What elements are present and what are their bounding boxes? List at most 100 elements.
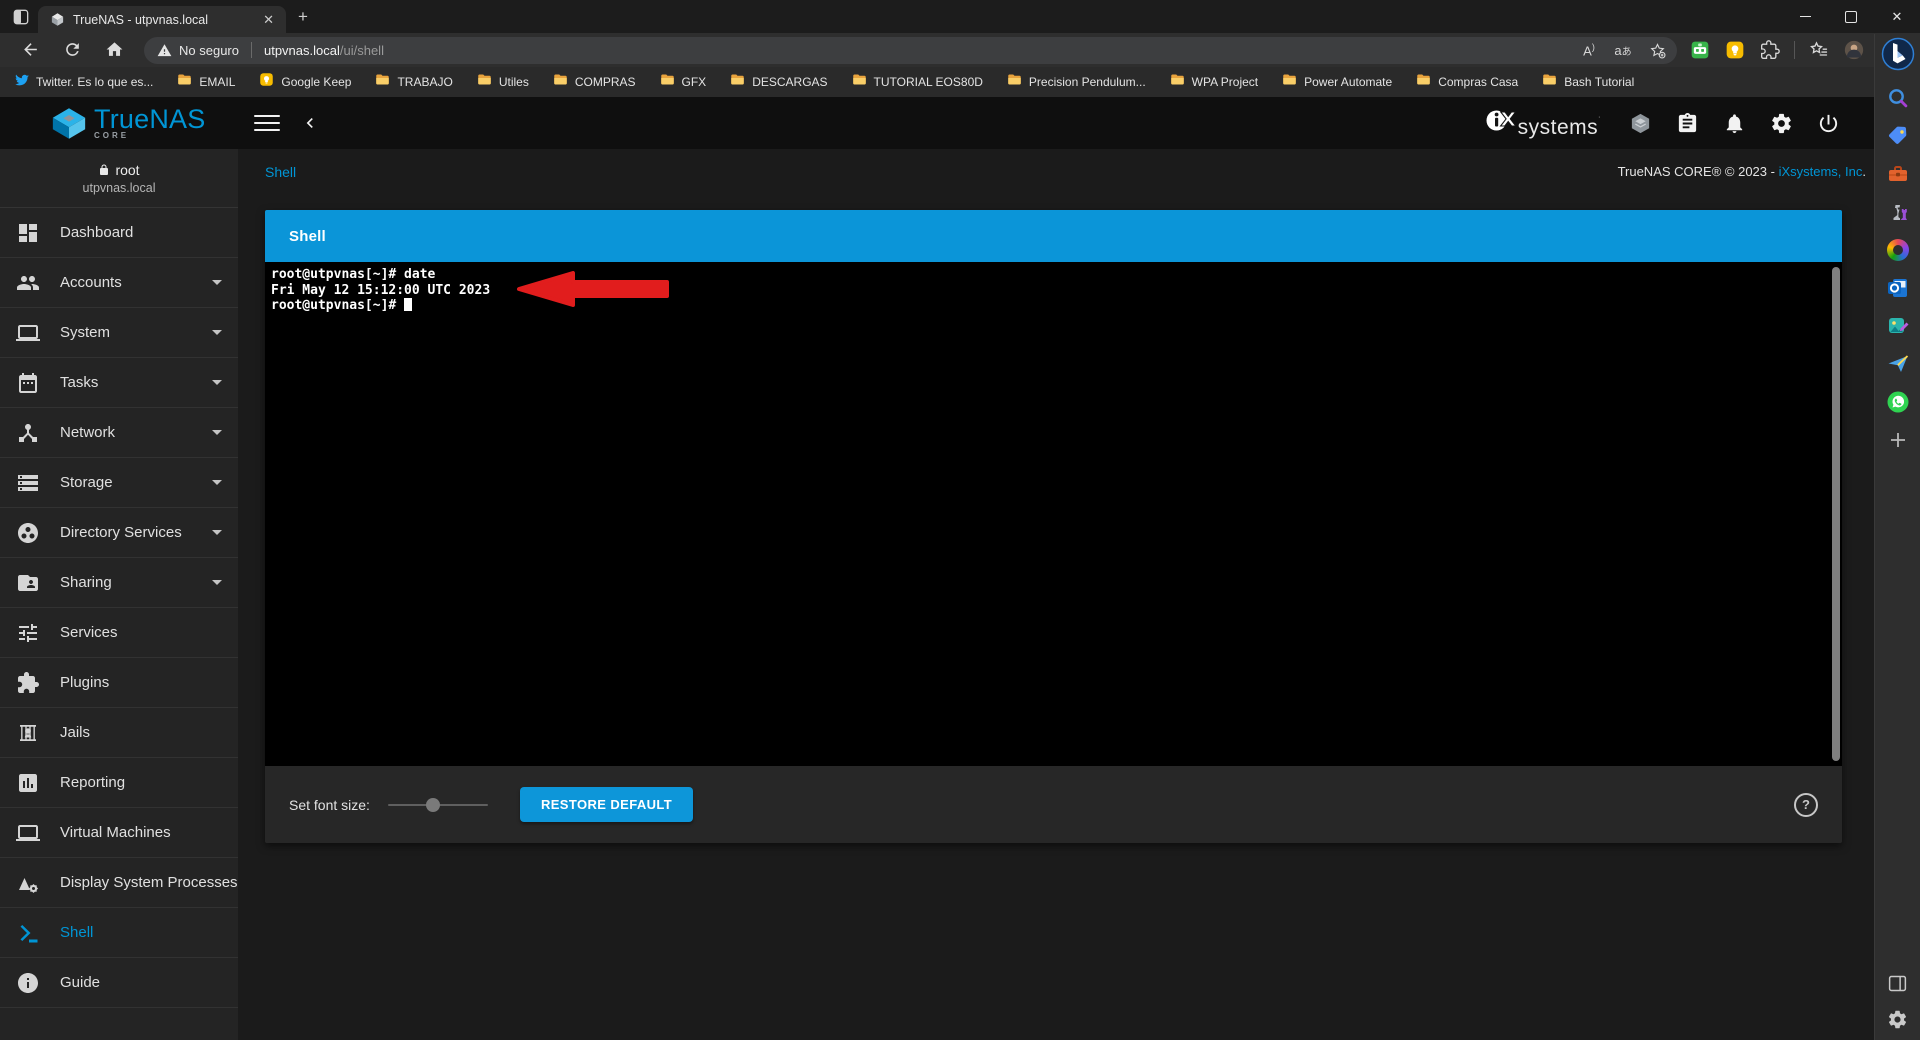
sidebar-item-plugins[interactable]: Plugins xyxy=(0,658,238,708)
sidebar-item-services[interactable]: Services xyxy=(0,608,238,658)
visual-search-icon[interactable] xyxy=(1885,85,1910,110)
roboform-icon[interactable] xyxy=(1689,39,1711,61)
ixsystems-link[interactable]: iXsystems, Inc xyxy=(1779,164,1863,179)
settings-outline-icon[interactable] xyxy=(1887,1009,1908,1030)
bookmark-item[interactable]: TRABAJO xyxy=(375,72,453,92)
maximize-icon[interactable] xyxy=(1828,0,1874,33)
guide-icon xyxy=(16,971,40,995)
folder-icon xyxy=(1542,72,1557,92)
sidebar-item-reporting[interactable]: Reporting xyxy=(0,758,238,808)
bookmark-item[interactable]: Power Automate xyxy=(1282,72,1392,92)
tab-activity-icon[interactable] xyxy=(11,7,31,27)
slider-thumb[interactable] xyxy=(425,797,440,812)
new-tab-icon[interactable]: + xyxy=(298,7,308,27)
bookmark-item[interactable]: EMAIL xyxy=(177,72,235,92)
toolbar-extension-icons: ••• xyxy=(1689,39,1904,61)
shopping-icon[interactable] xyxy=(1885,123,1910,148)
close-icon[interactable]: ✕ xyxy=(1874,0,1920,33)
bing-chat-icon[interactable] xyxy=(1881,37,1915,71)
address-bar[interactable]: No seguro utpvnas.local /ui/shell A) aあ xyxy=(144,36,1677,64)
bookmark-item[interactable]: WPA Project xyxy=(1170,72,1258,92)
sidebar-item-guide[interactable]: Guide xyxy=(0,958,238,1008)
bookmark-item[interactable]: Google Keep xyxy=(259,72,351,92)
refresh-icon[interactable] xyxy=(63,40,83,60)
sidebar-item-display-system-processes[interactable]: Display System Processes xyxy=(0,858,238,908)
terminal-prompt: root@utpvnas[~]# xyxy=(271,298,1842,314)
sidebar-item-network[interactable]: Network xyxy=(0,408,238,458)
help-icon[interactable]: ? xyxy=(1794,792,1818,817)
font-size-slider[interactable] xyxy=(387,797,488,812)
chevron-down-icon xyxy=(212,530,222,535)
restore-default-button[interactable]: RESTORE DEFAULT xyxy=(519,787,694,822)
chevron-down-icon xyxy=(212,430,222,435)
bookmark-item[interactable]: Twitter. Es lo que es... xyxy=(14,72,153,92)
folder-icon xyxy=(730,72,745,92)
sidebar-item-label: Plugins xyxy=(60,674,110,691)
truenas-stack-icon[interactable] xyxy=(1628,111,1652,135)
sidebar-item-shell[interactable]: Shell xyxy=(0,908,238,958)
profile-avatar-icon[interactable] xyxy=(1843,39,1865,61)
games-icon[interactable] xyxy=(1885,199,1910,224)
notifications-bell-icon[interactable] xyxy=(1722,111,1746,135)
hamburger-menu-icon[interactable] xyxy=(254,111,280,136)
bookmark-item[interactable]: Compras Casa xyxy=(1416,72,1518,92)
bookmark-label: TRABAJO xyxy=(397,75,453,89)
bookmark-item[interactable]: Precision Pendulum... xyxy=(1007,72,1146,92)
toolbox-icon[interactable] xyxy=(1885,161,1910,186)
drop-icon[interactable] xyxy=(1885,351,1910,376)
bookmark-item[interactable]: COMPRAS xyxy=(553,72,636,92)
bookmark-item[interactable]: TUTORIAL EOS80D xyxy=(852,72,983,92)
bookmarks-bar: Twitter. Es lo que es... EMAIL Google Keep… xyxy=(0,67,1920,97)
tasks-clipboard-icon[interactable] xyxy=(1675,111,1699,135)
google-keep-icon[interactable] xyxy=(1724,39,1746,61)
tab-close-icon[interactable]: ✕ xyxy=(259,11,278,28)
terminal-scrollbar[interactable] xyxy=(1832,267,1840,761)
sidebar-item-accounts[interactable]: Accounts xyxy=(0,258,238,308)
power-icon[interactable] xyxy=(1816,111,1840,135)
home-icon[interactable] xyxy=(105,40,125,60)
shell-card-header: Shell xyxy=(265,210,1842,262)
terminal[interactable]: root@utpvnas[~]# date Fri May 12 15:12:0… xyxy=(265,262,1842,766)
folder-icon xyxy=(1170,72,1185,92)
favorite-add-icon[interactable] xyxy=(1643,38,1671,62)
microsoft-365-icon[interactable] xyxy=(1885,237,1910,262)
sidebar-item-directory-services[interactable]: Directory Services xyxy=(0,508,238,558)
sidebar-item-storage[interactable]: Storage xyxy=(0,458,238,508)
sidebar-item-sharing[interactable]: Sharing xyxy=(0,558,238,608)
sidebar-item-system[interactable]: System xyxy=(0,308,238,358)
designer-icon[interactable] xyxy=(1885,313,1910,338)
minimize-icon[interactable] xyxy=(1782,0,1828,33)
vm-icon xyxy=(16,821,40,845)
sidebar-item-label: Dashboard xyxy=(60,224,134,241)
settings-gear-icon[interactable] xyxy=(1769,111,1793,135)
sidebar-item-label: Shell xyxy=(60,924,94,941)
bookmark-item[interactable]: Bash Tutorial xyxy=(1542,72,1634,92)
back-icon[interactable] xyxy=(21,40,41,60)
browser-tab[interactable]: TrueNAS - utpvnas.local ✕ xyxy=(38,6,286,33)
bookmark-label: Google Keep xyxy=(281,75,352,89)
whatsapp-icon[interactable] xyxy=(1885,389,1910,414)
add-tool-icon[interactable] xyxy=(1885,427,1910,452)
outlook-icon[interactable] xyxy=(1885,275,1910,300)
bookmark-item[interactable]: Utiles xyxy=(477,72,529,92)
sidebar-item-label: Storage xyxy=(60,474,113,491)
collections-icon[interactable] xyxy=(1808,39,1830,61)
url-path: /ui/shell xyxy=(339,42,384,58)
truenas-logo[interactable]: TrueNAS CORE xyxy=(0,105,238,140)
breadcrumb[interactable]: Shell xyxy=(265,164,296,180)
bookmark-item[interactable]: DESCARGAS xyxy=(730,72,828,92)
sidebar-item-tasks[interactable]: Tasks xyxy=(0,358,238,408)
sidebar-panel-icon[interactable] xyxy=(1887,973,1908,994)
extensions-icon[interactable] xyxy=(1759,39,1781,61)
lock-icon xyxy=(98,164,110,176)
translate-icon[interactable]: aあ xyxy=(1609,38,1637,62)
bookmark-label: Precision Pendulum... xyxy=(1028,75,1146,89)
bookmark-item[interactable]: GFX xyxy=(660,72,706,92)
read-aloud-icon[interactable]: A) xyxy=(1575,38,1603,62)
url-host: utpvnas.local xyxy=(263,42,340,58)
sidebar-item-jails[interactable]: Jails xyxy=(0,708,238,758)
sidebar-item-virtual-machines[interactable]: Virtual Machines xyxy=(0,808,238,858)
bookmark-label: COMPRAS xyxy=(574,75,636,89)
chevron-left-icon[interactable] xyxy=(300,113,320,133)
sidebar-item-dashboard[interactable]: Dashboard xyxy=(0,208,238,258)
